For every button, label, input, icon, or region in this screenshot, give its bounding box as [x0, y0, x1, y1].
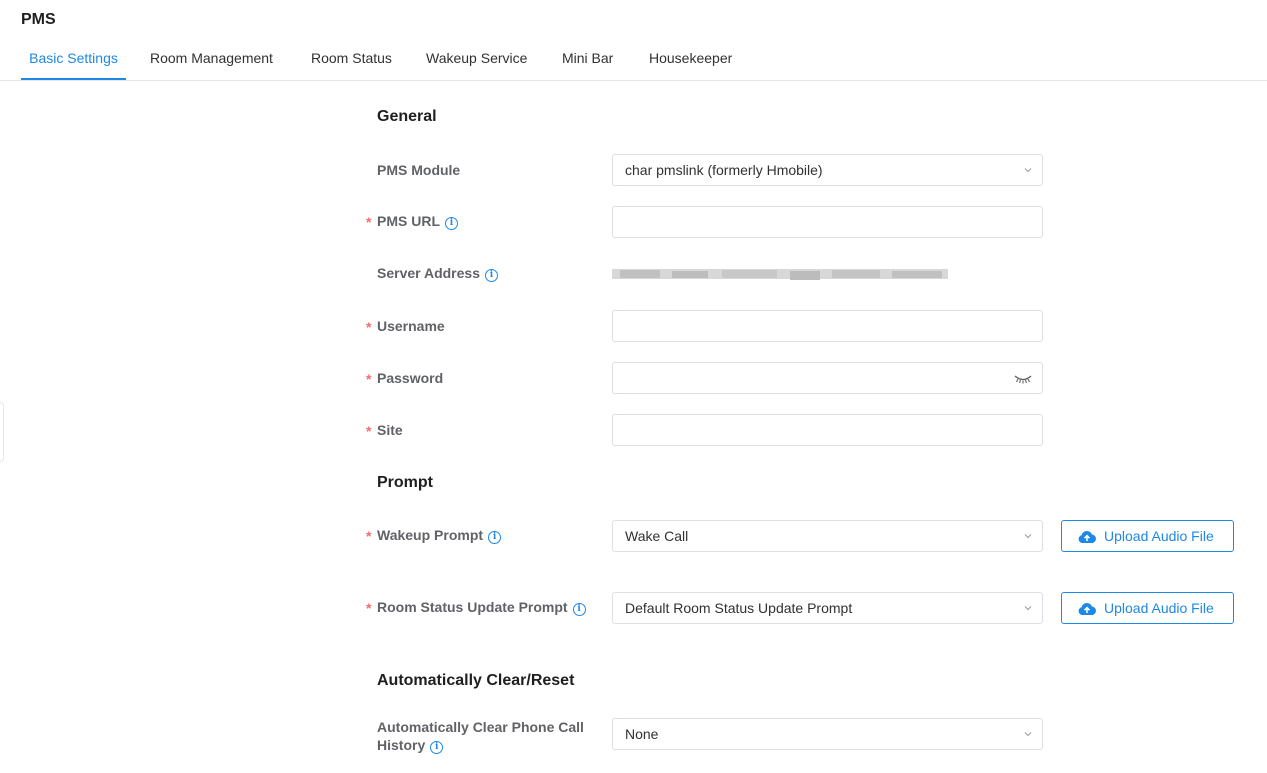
server-address-label: Server Address: [377, 265, 480, 281]
required-marker: *: [366, 371, 372, 387]
chevron-down-icon: [1024, 168, 1032, 173]
tab-mini-bar[interactable]: Mini Bar: [562, 50, 613, 80]
pms-url-input[interactable]: [612, 206, 1043, 238]
password-label: Password: [377, 370, 444, 386]
info-icon[interactable]: i: [488, 531, 502, 544]
site-label: Site: [377, 422, 403, 438]
upload-audio-button-room-status[interactable]: Upload Audio File: [1061, 592, 1234, 624]
wakeup-prompt-label: Wakeup Prompt: [377, 527, 484, 543]
username-input[interactable]: [612, 310, 1043, 342]
server-address-redacted: [612, 269, 948, 280]
password-input[interactable]: [612, 362, 1043, 394]
cloud-upload-icon: [1078, 602, 1096, 615]
section-title-prompt: Prompt: [377, 474, 433, 491]
wakeup-prompt-select[interactable]: Wake Call: [612, 520, 1043, 552]
wakeup-prompt-value: Wake Call: [625, 528, 689, 544]
required-marker: *: [366, 423, 372, 439]
room-status-prompt-label-row: Room Status Update Prompt i: [377, 599, 586, 616]
tab-room-management[interactable]: Room Management: [150, 50, 273, 80]
section-title-auto-clear: Automatically Clear/Reset: [377, 672, 575, 689]
chevron-down-icon: [1024, 534, 1032, 539]
section-title-general: General: [377, 108, 437, 125]
info-icon[interactable]: i: [572, 603, 586, 616]
sidebar-collapse-handle[interactable]: [0, 402, 4, 462]
upload-audio-label: Upload Audio File: [1104, 600, 1214, 616]
server-address-label-row: Server Address i: [377, 265, 498, 282]
pms-url-label-row: PMS URL i: [377, 213, 458, 230]
required-marker: *: [366, 319, 372, 335]
cloud-upload-icon: [1078, 530, 1096, 543]
room-status-prompt-value: Default Room Status Update Prompt: [625, 600, 853, 616]
auto-clear-history-label-row: Automatically Clear Phone Call History i: [377, 718, 597, 754]
info-icon[interactable]: i: [430, 741, 444, 754]
page-title: PMS: [21, 11, 56, 28]
pms-url-label: PMS URL: [377, 213, 440, 229]
tab-room-status[interactable]: Room Status: [311, 50, 392, 80]
wakeup-prompt-label-row: Wakeup Prompt i: [377, 527, 502, 544]
pms-settings-page: PMS Basic Settings Room Management Room …: [0, 0, 1267, 773]
info-icon[interactable]: i: [484, 269, 498, 282]
upload-audio-label: Upload Audio File: [1104, 528, 1214, 544]
username-label: Username: [377, 318, 445, 334]
required-marker: *: [366, 528, 372, 544]
tab-wakeup-service[interactable]: Wakeup Service: [426, 50, 527, 80]
room-status-prompt-label: Room Status Update Prompt: [377, 599, 568, 615]
info-icon[interactable]: i: [445, 217, 458, 230]
eye-closed-icon[interactable]: [1014, 374, 1032, 384]
room-status-prompt-select[interactable]: Default Room Status Update Prompt: [612, 592, 1043, 624]
chevron-down-icon: [1024, 606, 1032, 611]
required-marker: *: [366, 214, 372, 230]
pms-module-select[interactable]: char pmslink (formerly Hmobile): [612, 154, 1043, 186]
pms-module-value: char pmslink (formerly Hmobile): [625, 162, 823, 178]
required-marker: *: [366, 600, 372, 616]
tab-basic-settings[interactable]: Basic Settings: [21, 50, 126, 80]
chevron-down-icon: [1024, 732, 1032, 737]
auto-clear-history-value: None: [625, 726, 659, 742]
auto-clear-history-select[interactable]: None: [612, 718, 1043, 750]
auto-clear-history-label: Automatically Clear Phone Call History: [377, 719, 584, 753]
tab-bar: Basic Settings Room Management Room Stat…: [0, 42, 1267, 81]
upload-audio-button-wakeup[interactable]: Upload Audio File: [1061, 520, 1234, 552]
tab-housekeeper[interactable]: Housekeeper: [649, 50, 732, 80]
pms-module-label: PMS Module: [377, 162, 461, 178]
site-input[interactable]: [612, 414, 1043, 446]
